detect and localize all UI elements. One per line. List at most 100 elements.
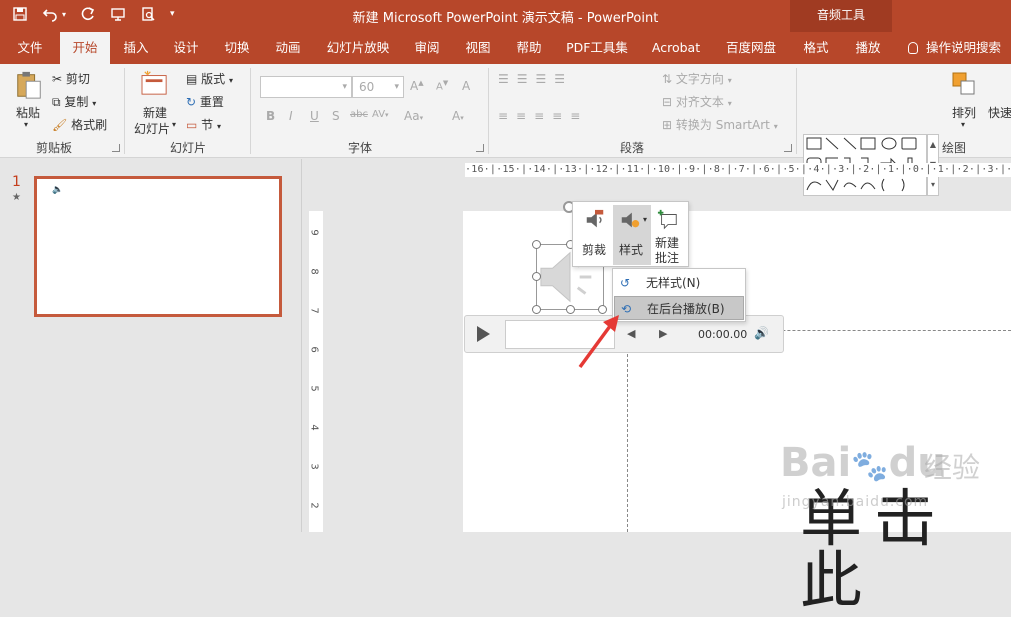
group-divider (250, 68, 251, 154)
resize-handle[interactable] (566, 305, 575, 314)
skip-back-icon[interactable]: ◀ (627, 327, 635, 340)
quick-styles-button[interactable]: 快速 (988, 104, 1011, 121)
trim-button[interactable]: 剪裁 (576, 205, 612, 265)
chevron-down-icon: ▾ (643, 215, 648, 224)
char-spacing-button[interactable]: AV▾ (372, 109, 389, 120)
audio-style-icon (621, 212, 640, 228)
slide-number: 1 (12, 174, 21, 190)
align-buttons[interactable]: ≡≡≡≡≡ (498, 109, 588, 123)
text-shadow-button[interactable]: S (332, 109, 340, 123)
scissors-icon: ✂ (52, 72, 63, 86)
paste-button[interactable]: 粘贴 ▾ (10, 70, 50, 134)
tab-review[interactable]: 审阅 (406, 32, 448, 64)
bold-button[interactable]: B (266, 109, 275, 123)
baidu-jingyan-watermark: Bai🐾du 经验 jingyan.baidu.com (780, 440, 981, 510)
horizontal-ruler: ·16·|·15·|·14·|·13·|·12·|·11·|·10·|·9·|·… (465, 163, 1011, 177)
clipboard-group-label: 剪贴板 (36, 141, 73, 155)
tab-slideshow[interactable]: 幻灯片放映 (322, 32, 394, 64)
copy-icon: ⧉ (52, 95, 61, 109)
play-icon[interactable] (477, 326, 490, 342)
undo-icon[interactable] (42, 6, 58, 22)
group-divider (124, 68, 125, 154)
placeholder-border (627, 324, 628, 532)
style-dropdown-menu: ↺ 无样式(N) ⟲ 在后台播放(B) (612, 268, 746, 322)
font-launcher-icon[interactable] (476, 144, 484, 152)
menu-item-no-style[interactable]: ↺ 无样式(N) (614, 271, 744, 295)
align-text-button[interactable]: ⊟ 对齐文本 ▾ (662, 93, 732, 110)
save-icon[interactable] (12, 6, 28, 22)
resize-handle[interactable] (532, 305, 541, 314)
ribbon-tabs: 文件 开始 插入 设计 切换 动画 幻灯片放映 审阅 视图 帮助 PDF工具集 … (0, 32, 1011, 64)
clear-formatting-button[interactable]: A (462, 79, 470, 93)
style-button[interactable]: ▾ 样式 (613, 205, 651, 265)
customize-qat-icon[interactable]: ▾ (170, 9, 175, 19)
cut-button[interactable]: ✂ 剪切 (52, 70, 90, 87)
layout-button[interactable]: ▤ 版式 ▾ (186, 70, 233, 87)
text-direction-button[interactable]: ⇅ 文字方向 ▾ (662, 70, 732, 87)
skip-forward-icon[interactable]: ▶ (659, 327, 667, 340)
copy-button[interactable]: ⧉ 复制 ▾ (52, 93, 96, 110)
menu-item-play-in-background[interactable]: ⟲ 在后台播放(B) (614, 296, 744, 320)
resize-handle[interactable] (532, 240, 541, 249)
underline-button[interactable]: U (310, 109, 319, 123)
tab-baidu-netdisk[interactable]: 百度网盘 (719, 32, 783, 64)
redo-icon[interactable] (80, 6, 96, 22)
tab-home[interactable]: 开始 (60, 32, 110, 64)
new-comment-button[interactable]: 新建 批注 (653, 205, 687, 265)
print-preview-icon[interactable] (140, 6, 156, 22)
tab-animations[interactable]: 动画 (267, 32, 309, 64)
font-name-combo[interactable]: ▾ (260, 76, 352, 98)
list-buttons[interactable]: ☰☰☰☰ (498, 72, 573, 86)
tell-me-search[interactable]: 操作说明搜索 (902, 32, 1011, 64)
clear-format-icon: A (462, 79, 471, 93)
present-from-start-icon[interactable] (110, 6, 126, 22)
layout-icon: ▤ (186, 72, 198, 86)
brush-icon: 🖌 (52, 118, 68, 132)
italic-button[interactable]: I (289, 109, 293, 123)
group-divider (488, 68, 489, 154)
format-painter-button[interactable]: 🖌 格式刷 (52, 116, 107, 133)
quick-access-toolbar: ▾ ▾ (12, 6, 175, 22)
tab-playback[interactable]: 播放 (846, 32, 890, 64)
font-size-combo[interactable]: 60 ▾ (352, 76, 404, 98)
change-case-button[interactable]: Aa▾ (404, 109, 423, 123)
slide-thumbnail[interactable]: 🔈 (34, 176, 282, 317)
font-group-label: 字体 (348, 141, 373, 155)
volume-icon[interactable]: 🔊 (754, 326, 769, 340)
tab-pdf-tools[interactable]: PDF工具集 (561, 32, 633, 64)
arrange-icon (952, 72, 975, 95)
title-bar: ▾ ▾ 新建 Microsoft PowerPoint 演示文稿 - Power… (0, 0, 1011, 32)
font-color-button[interactable]: A▾ (452, 109, 464, 123)
resize-handle[interactable] (532, 272, 541, 281)
annotation-arrow-icon (578, 315, 619, 369)
paragraph-launcher-icon[interactable] (784, 144, 792, 152)
shrink-font-button[interactable]: A▼ (436, 79, 448, 92)
ribbon-home: 粘贴 ▾ ✂ 剪切 ⧉ 复制 ▾ 🖌 格式刷 剪贴板 新建 幻灯片 ▾ ▤ 版式… (0, 64, 1011, 196)
tab-format[interactable]: 格式 (794, 32, 838, 64)
tab-insert[interactable]: 插入 (115, 32, 157, 64)
clipboard-launcher-icon[interactable] (112, 144, 120, 152)
paste-icon (17, 71, 41, 99)
vertical-ruler: 9 8 7 6 5 4 3 2 (309, 211, 323, 532)
slides-group-label: 幻灯片 (170, 141, 207, 155)
no-style-icon: ↺ (620, 276, 631, 290)
group-divider (796, 68, 797, 154)
speaker-icon: 🔈 (52, 185, 64, 195)
mini-toolbar: 剪裁 ▾ 样式 新建 批注 (572, 201, 689, 267)
grow-font-button[interactable]: A▲ (410, 79, 424, 93)
tab-file[interactable]: 文件 (8, 32, 52, 64)
tab-view[interactable]: 视图 (457, 32, 499, 64)
new-slide-button[interactable]: 新建 幻灯片 ▾ (132, 70, 180, 136)
tab-acrobat[interactable]: Acrobat (644, 32, 708, 64)
section-button[interactable]: ▭ 节 ▾ (186, 116, 221, 133)
tab-help[interactable]: 帮助 (508, 32, 550, 64)
align-text-icon: ⊟ (662, 95, 673, 109)
reset-button[interactable]: ↻ 重置 (186, 93, 224, 110)
arrange-button[interactable]: 排列 ▾ (946, 70, 984, 136)
undo-dropdown-icon[interactable]: ▾ (62, 10, 66, 19)
tab-design[interactable]: 设计 (165, 32, 207, 64)
chevron-down-icon: ▾ (342, 82, 347, 92)
convert-smartart-button[interactable]: ⊞ 转换为 SmartArt ▾ (662, 116, 778, 133)
tab-transitions[interactable]: 切换 (216, 32, 258, 64)
strikethrough-button[interactable]: abc (350, 109, 368, 120)
